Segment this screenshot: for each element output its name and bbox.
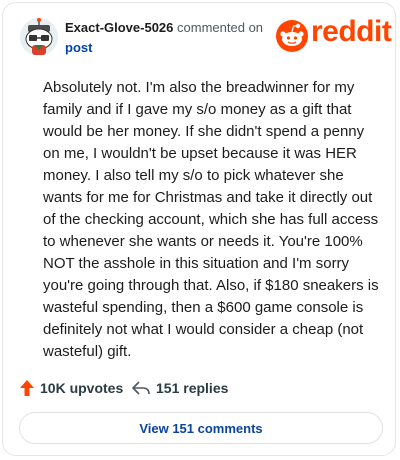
view-comments-button[interactable]: View 151 comments <box>19 412 383 444</box>
arrow-up-icon <box>20 380 34 396</box>
reply-arrow-icon <box>132 381 150 395</box>
upvote-stat[interactable]: 10K upvotes <box>19 375 123 401</box>
reddit-alien-icon <box>276 20 308 52</box>
action-text: commented on <box>177 20 264 35</box>
comment-header: Exact-Glove-5026 commented on post reddi… <box>19 14 392 60</box>
comment-card: Exact-Glove-5026 commented on post reddi… <box>2 2 396 456</box>
comment-stats: 10K upvotes 151 replies <box>19 375 379 401</box>
reddit-logo[interactable]: reddit <box>275 15 392 54</box>
author-username[interactable]: Exact-Glove-5026 <box>65 20 173 35</box>
avatar[interactable] <box>19 17 59 57</box>
reply-count: 151 replies <box>156 380 229 396</box>
reply-stat[interactable]: 151 replies <box>131 375 228 401</box>
author-line: Exact-Glove-5026 commented on post <box>65 18 285 58</box>
brand-wordmark: reddit <box>311 15 392 48</box>
comment-body: Absolutely not. I'm also the breadwinner… <box>43 79 379 360</box>
post-link[interactable]: post <box>65 40 92 55</box>
upvote-count: 10K upvotes <box>40 380 124 396</box>
